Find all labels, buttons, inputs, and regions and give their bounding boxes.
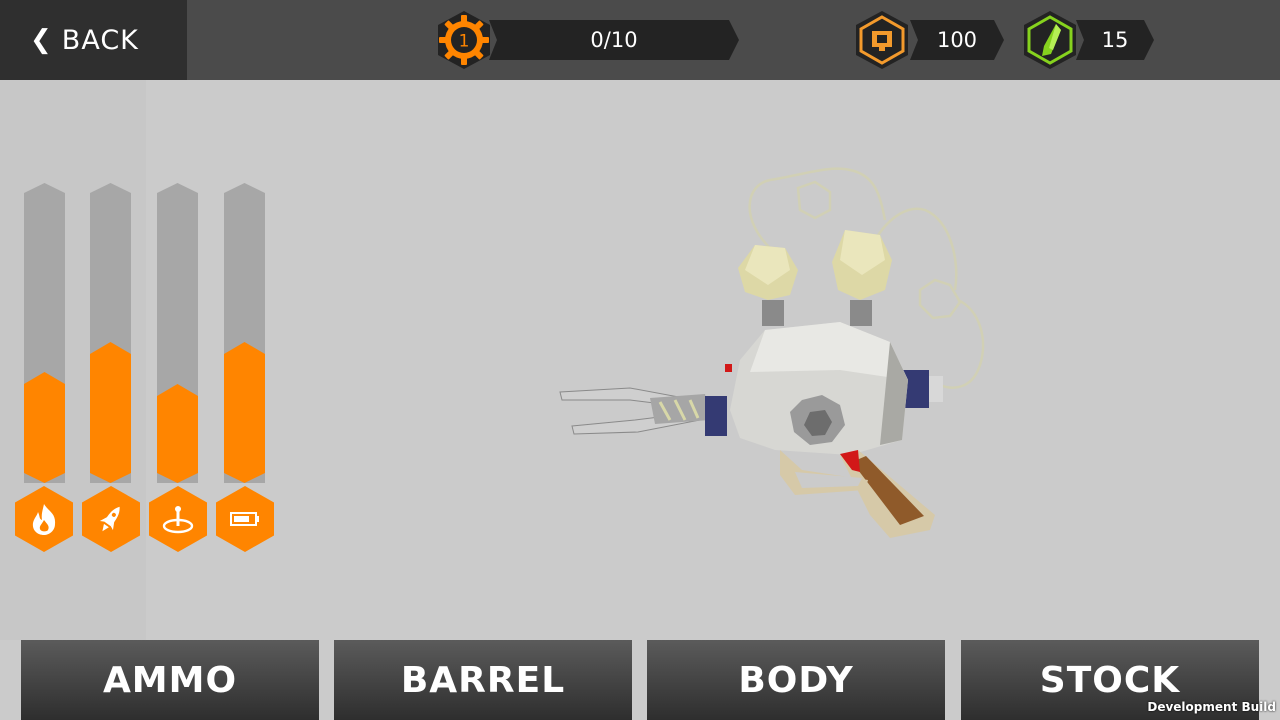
stat-bar-fire xyxy=(24,183,65,483)
stat-bar-fill xyxy=(157,384,198,483)
stat-bar-fill xyxy=(224,342,265,483)
gem-value: 15 xyxy=(1101,28,1129,52)
tab-ammo[interactable]: AMMO xyxy=(21,640,319,720)
development-build-label: Development Build xyxy=(1147,700,1276,714)
back-button[interactable]: ❮ BACK xyxy=(0,0,187,80)
stat-bar-battery xyxy=(224,183,265,483)
tab-barrel[interactable]: BARREL xyxy=(334,640,632,720)
stat-bar-fill xyxy=(90,342,131,483)
back-label: BACK xyxy=(61,24,139,56)
gear-icon: 1 xyxy=(438,11,490,69)
stat-bar-area xyxy=(157,183,198,483)
gear-progress: 0/10 1 xyxy=(434,10,740,70)
coin-value: 100 xyxy=(936,28,978,52)
stat-bar-rocket xyxy=(90,183,131,483)
chevron-left-icon: ❮ xyxy=(30,25,52,55)
stat-bar-fill xyxy=(24,372,65,483)
weapon-model[interactable] xyxy=(540,150,1020,550)
gear-level: 1 xyxy=(459,32,470,52)
gem-icon xyxy=(1024,11,1076,69)
tab-body[interactable]: BODY xyxy=(647,640,945,720)
coin-counter: 100 xyxy=(852,10,1004,70)
gem-counter: 15 xyxy=(1020,10,1154,70)
top-bar: ❮ BACK 0/10 1 100 15 xyxy=(0,0,1280,80)
battery-icon xyxy=(216,486,274,552)
gear-progress-value: 0/10 xyxy=(590,28,638,52)
target-icon xyxy=(149,486,207,552)
coin-icon xyxy=(856,11,908,69)
